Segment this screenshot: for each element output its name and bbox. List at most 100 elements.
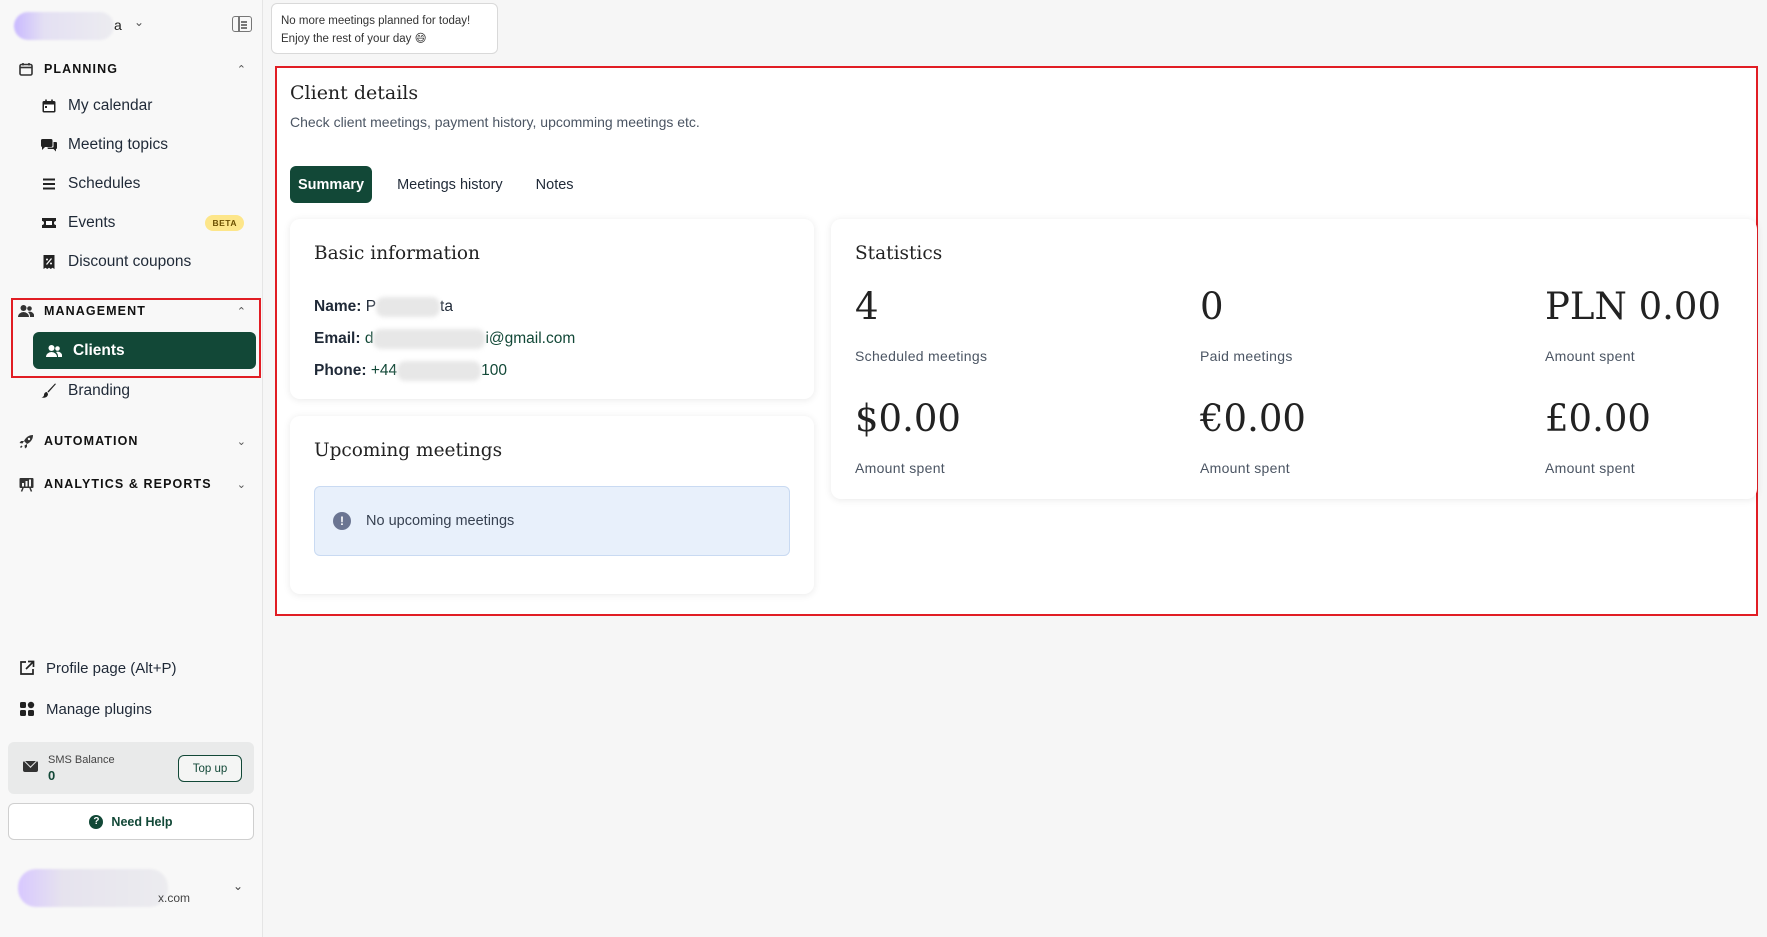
rocket-icon — [18, 433, 34, 449]
redacted-text — [397, 361, 482, 381]
manage-plugins-label: Manage plugins — [46, 700, 152, 718]
stat-paid-meetings-label: Paid meetings — [1200, 348, 1293, 364]
question-icon: ? — [89, 814, 104, 829]
sidebar-item-my-calendar[interactable]: My calendar — [40, 89, 250, 123]
statistics-title: Statistics — [855, 243, 943, 264]
chevron-up-icon: ⌃ — [236, 305, 246, 318]
section-management-label: MANAGEMENT — [44, 304, 146, 318]
chart-board-icon — [18, 476, 34, 492]
email-label: Email: — [314, 330, 361, 348]
sms-balance-value: 0 — [48, 768, 56, 783]
notification-line-2: Enjoy the rest of your day 😄 — [281, 33, 427, 45]
tabs: Summary Meetings history Notes — [290, 166, 599, 203]
client-name-row: Name: Pta — [314, 297, 453, 317]
ticket-icon — [40, 214, 58, 232]
stat-scheduled-meetings-value: 4 — [855, 285, 879, 328]
redacted-text — [373, 329, 486, 349]
account-name: a — [114, 17, 122, 33]
chevron-down-icon: ⌄ — [233, 879, 244, 893]
phone-value-end: 100 — [481, 362, 508, 380]
chevron-down-icon: ⌄ — [236, 478, 246, 491]
plugins-grid-icon — [18, 700, 36, 718]
sidebar-item-label: Schedules — [68, 175, 141, 192]
stat-amount-eur-value: €0.00 — [1200, 397, 1306, 440]
account-switcher[interactable]: a ⌄ — [14, 10, 254, 40]
stat-amount-usd-value: $0.00 — [855, 397, 961, 440]
top-up-button[interactable]: Top up — [178, 755, 242, 782]
chevron-down-icon: ⌄ — [134, 15, 145, 29]
users-icon — [45, 342, 63, 360]
basic-information-title: Basic information — [314, 243, 480, 264]
receipt-icon — [40, 253, 58, 271]
sidebar-item-label: Branding — [68, 382, 131, 399]
page-title: Client details — [290, 82, 419, 104]
stat-amount-usd-label: Amount spent — [855, 460, 945, 476]
sidebar-item-branding[interactable]: Branding — [40, 374, 250, 408]
account-avatar — [14, 12, 114, 40]
sidebar-item-label: Discount coupons — [68, 253, 192, 270]
basic-information-card: Basic information Name: Pta Email: d i@gm… — [290, 219, 814, 399]
profile-page-label: Profile page (Alt+P) — [46, 659, 177, 677]
sidebar-item-discount-coupons[interactable]: Discount coupons — [40, 245, 250, 279]
phone-value-start: +44 — [370, 362, 398, 380]
paintbrush-icon — [40, 382, 58, 400]
sidebar-item-clients[interactable]: Clients — [33, 332, 256, 369]
stat-amount-pln-label: Amount spent — [1545, 348, 1635, 364]
sms-balance-panel: SMS Balance 0 Top up — [8, 742, 254, 794]
users-icon — [18, 303, 34, 319]
chevron-up-icon: ⌃ — [236, 63, 246, 76]
section-planning[interactable]: PLANNING ⌃ — [18, 56, 246, 82]
sms-balance-label: SMS Balance — [48, 754, 115, 766]
tab-meetings-history[interactable]: Meetings history — [389, 166, 511, 203]
external-link-icon — [18, 659, 36, 677]
meetings-notification: No more meetings planned for today! Enjo… — [271, 3, 498, 54]
name-label: Name: — [314, 298, 362, 316]
no-upcoming-meetings-alert: ! No upcoming meetings — [314, 486, 790, 556]
name-value-end: ta — [440, 298, 453, 316]
sidebar-item-schedules[interactable]: Schedules — [40, 167, 250, 201]
name-value-start: P — [365, 298, 377, 316]
upcoming-meetings-card: Upcoming meetings ! No upcoming meetings — [290, 416, 814, 594]
stat-amount-pln-value: PLN 0.00 — [1545, 285, 1721, 328]
stat-amount-gbp-value: £0.00 — [1545, 397, 1651, 440]
calendar-day-icon — [40, 97, 58, 115]
section-automation-label: AUTOMATION — [44, 434, 139, 448]
redacted-text — [376, 297, 441, 317]
sidebar-toggle-icon[interactable] — [232, 16, 252, 32]
manage-plugins-link[interactable]: Manage plugins — [18, 694, 248, 724]
client-email-row: Email: d i@gmail.com — [314, 329, 575, 349]
chat-bubbles-icon — [40, 136, 58, 154]
upcoming-meetings-title: Upcoming meetings — [314, 440, 503, 461]
section-planning-label: PLANNING — [44, 62, 119, 76]
section-analytics-label: ANALYTICS & REPORTS — [44, 477, 212, 491]
section-analytics-reports[interactable]: ANALYTICS & REPORTS ⌄ — [18, 471, 246, 497]
envelope-icon — [23, 761, 38, 772]
tab-notes[interactable]: Notes — [528, 166, 582, 203]
stat-scheduled-meetings-label: Scheduled meetings — [855, 348, 988, 364]
page-subtitle: Check client meetings, payment history, … — [290, 114, 700, 130]
section-management[interactable]: MANAGEMENT ⌃ — [18, 298, 246, 324]
sidebar-item-label: My calendar — [68, 97, 153, 114]
chevron-down-icon: ⌄ — [236, 435, 246, 448]
notification-line-1: No more meetings planned for today! — [281, 15, 471, 27]
profile-page-link[interactable]: Profile page (Alt+P) — [18, 653, 248, 683]
tab-summary[interactable]: Summary — [290, 166, 373, 203]
beta-badge: BETA — [205, 215, 244, 231]
phone-label: Phone: — [314, 362, 367, 380]
need-help-button[interactable]: ? Need Help — [8, 803, 254, 840]
statistics-card: Statistics 4 Scheduled meetings 0 Paid m… — [831, 219, 1757, 499]
sidebar-item-label: Events — [68, 214, 116, 231]
sidebar-item-label: Clients — [73, 341, 125, 359]
email-value-end: i@gmail.com — [485, 330, 576, 348]
user-email: x.com — [158, 891, 191, 905]
section-automation[interactable]: AUTOMATION ⌄ — [18, 428, 246, 454]
stat-amount-eur-label: Amount spent — [1200, 460, 1290, 476]
sidebar-item-events[interactable]: Events BETA — [40, 206, 250, 240]
no-upcoming-meetings-text: No upcoming meetings — [366, 513, 515, 529]
user-menu[interactable]: x.com ⌄ — [8, 855, 262, 925]
client-phone-row: Phone: +44 100 — [314, 361, 507, 381]
user-avatar — [18, 869, 168, 907]
email-value-start: d — [364, 330, 374, 348]
sidebar-item-meeting-topics[interactable]: Meeting topics — [40, 128, 250, 162]
need-help-label: Need Help — [111, 814, 173, 829]
